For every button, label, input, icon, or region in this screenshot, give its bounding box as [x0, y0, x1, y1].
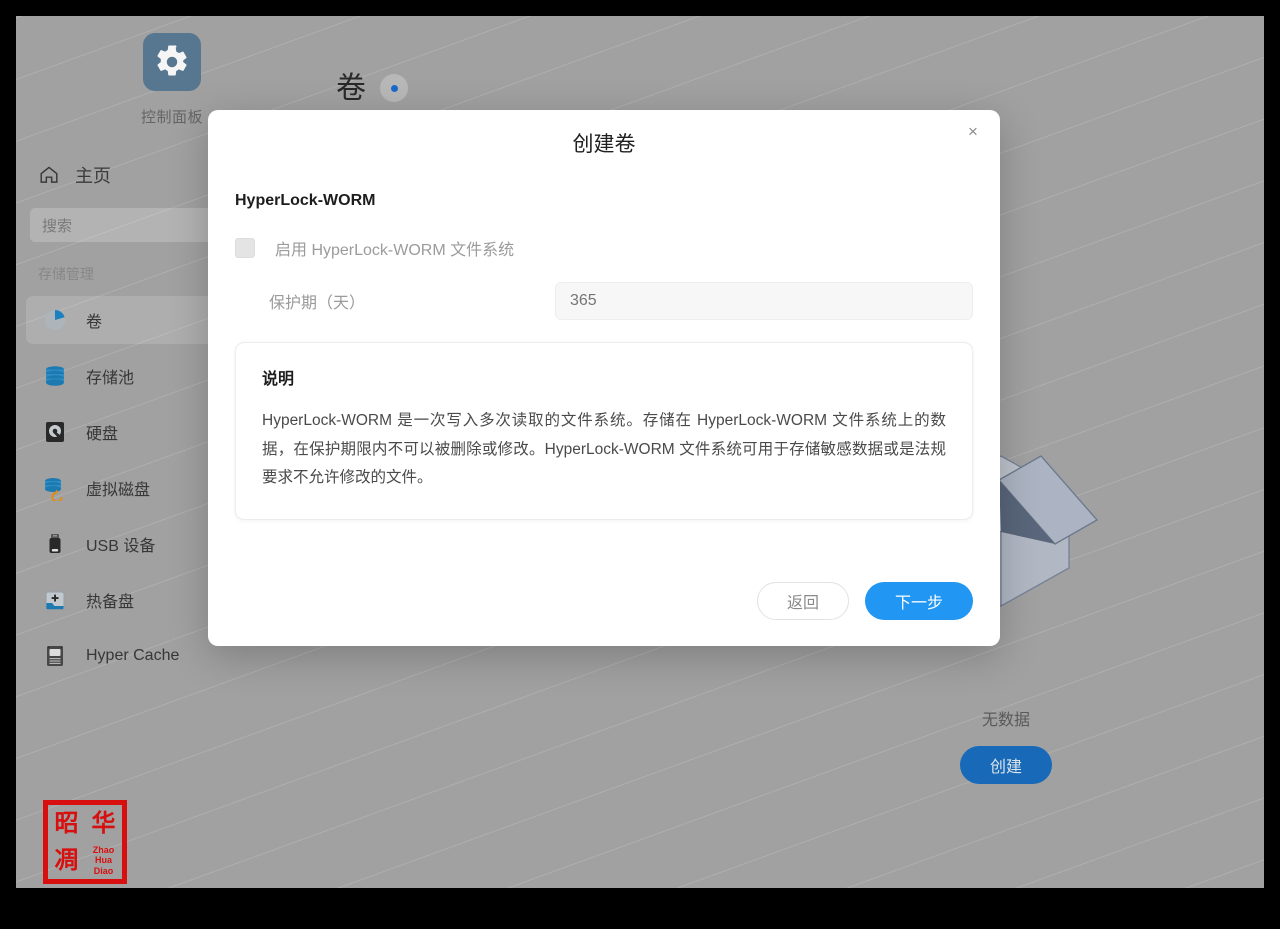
protection-period-row: 保护期（天）	[235, 282, 973, 320]
worm-enable-row: 启用 HyperLock-WORM 文件系统	[235, 236, 973, 260]
info-card: 说明 HyperLock-WORM 是一次写入多次读取的文件系统。存储在 Hyp…	[235, 342, 973, 521]
worm-enable-checkbox[interactable]	[235, 238, 255, 258]
app-window: 控制面板 卷 主页 搜索 存储管理 卷 存储池 硬盘 虚拟磁盘 USB 设备 热…	[16, 16, 1264, 888]
protection-period-label: 保护期（天）	[269, 295, 366, 312]
section-heading: HyperLock-WORM	[235, 192, 376, 209]
dialog-title: 创建卷	[572, 133, 636, 156]
back-button[interactable]: 返回	[757, 582, 849, 620]
next-button[interactable]: 下一步	[865, 582, 973, 620]
screen: 控制面板 卷 主页 搜索 存储管理 卷 存储池 硬盘 虚拟磁盘 USB 设备 热…	[0, 0, 1280, 929]
dialog-body: HyperLock-WORM 启用 HyperLock-WORM 文件系统 保护…	[235, 192, 973, 521]
info-card-title: 说明	[262, 371, 295, 388]
close-icon[interactable]: ×	[960, 118, 986, 144]
protection-period-input[interactable]	[555, 282, 973, 320]
dialog-footer: 返回 下一步	[757, 582, 973, 620]
create-volume-dialog: 创建卷 × HyperLock-WORM 启用 HyperLock-WORM 文…	[208, 110, 1000, 646]
worm-enable-label: 启用 HyperLock-WORM 文件系统	[275, 242, 515, 259]
info-card-body: HyperLock-WORM 是一次写入多次读取的文件系统。存储在 HyperL…	[262, 412, 946, 487]
